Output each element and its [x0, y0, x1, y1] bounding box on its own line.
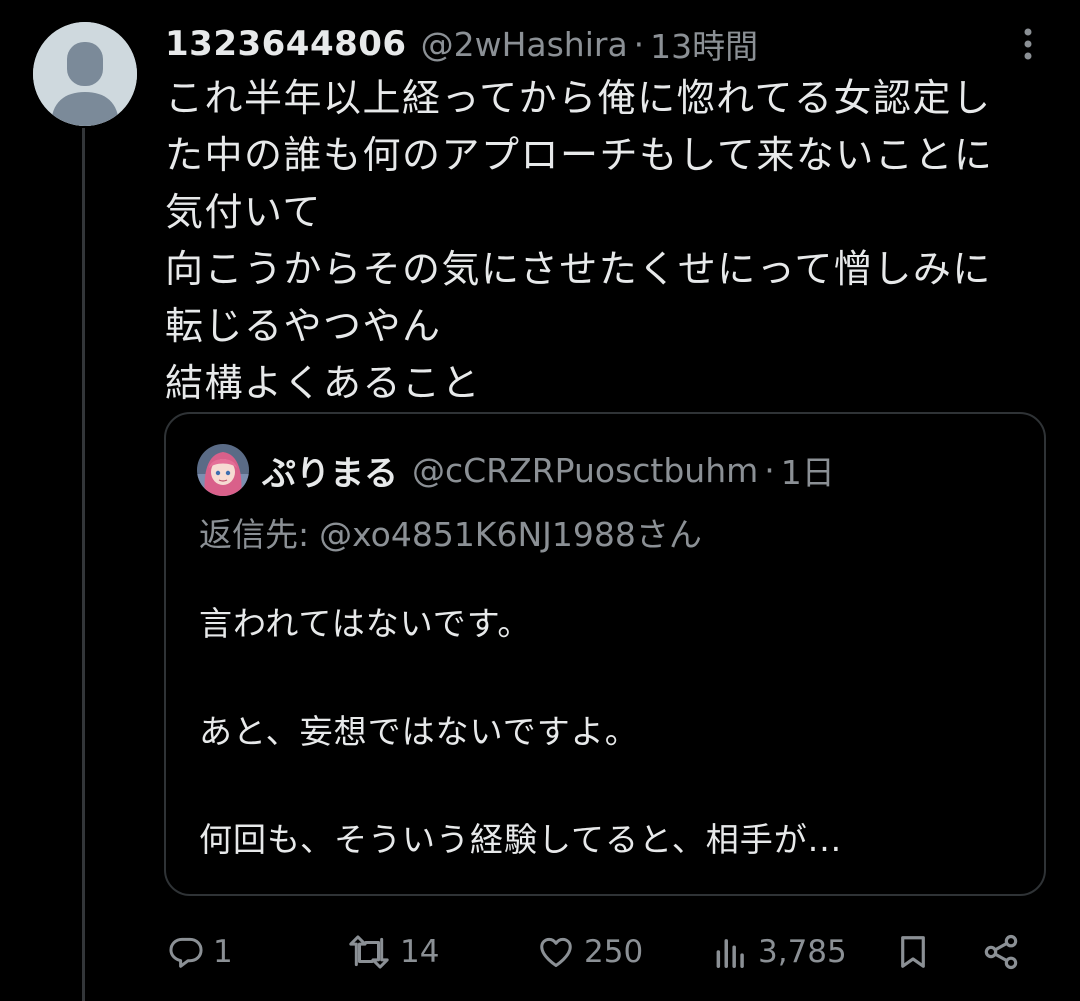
share-icon [984, 934, 1018, 970]
like-count: 250 [584, 934, 644, 970]
author-display-name[interactable]: 1323644806 [165, 24, 407, 64]
reply-to-line: 返信先: @xo4851K6NJ1988さん [199, 508, 702, 556]
repost-icon [349, 935, 389, 969]
default-avatar-icon [33, 22, 137, 126]
reply-to-label: 返信先: [199, 515, 310, 554]
quoted-paragraph: あと、妄想ではないですよ。 [199, 712, 639, 751]
more-options-button[interactable] [1010, 22, 1046, 66]
author-avatar[interactable] [33, 22, 137, 126]
repost-count: 14 [400, 934, 440, 970]
views-icon [716, 939, 744, 968]
tweet-timestamp[interactable]: 13時間 [650, 20, 758, 68]
quoted-header-separator: · [764, 450, 775, 490]
bookmark-icon [901, 936, 925, 968]
quoted-tweet-timestamp[interactable]: 1日 [781, 446, 835, 494]
quoted-author-avatar[interactable] [197, 444, 249, 496]
view-count: 3,785 [758, 934, 847, 970]
like-button[interactable]: 250 [536, 925, 643, 979]
quoted-tweet-text: 言われてはないです。 あと、妄想ではないですよ。 何回も、そういう経験してると、… [199, 597, 1029, 921]
repost-button[interactable]: 14 [346, 925, 439, 979]
reply-to-mention[interactable]: @xo4851K6NJ1988さん [319, 515, 702, 554]
quoted-paragraph: 何回も、そういう経験してると、相手が... [199, 820, 843, 859]
quoted-author-display-name[interactable]: ぷりまる [262, 446, 398, 495]
author-handle[interactable]: @2wHashira [421, 25, 628, 64]
quoted-author-handle[interactable]: @cCRZRPuosctbuhm [412, 451, 758, 490]
tweet-header: 1323644806 @2wHashira · 13時間 [165, 20, 758, 68]
tweet-action-bar: 1 14 250 3,785 [0, 925, 1080, 979]
reply-button[interactable]: 1 [167, 925, 233, 979]
quoted-tweet-card[interactable]: ぷりまる @cCRZRPuosctbuhm · 1日 返信先: @xo4851K6… [164, 412, 1046, 896]
header-separator: · [633, 24, 645, 64]
anime-avatar-icon [197, 444, 249, 496]
more-options-icon [1024, 28, 1032, 60]
reply-count: 1 [213, 934, 233, 970]
bookmark-button[interactable] [894, 925, 932, 979]
tweet-text: これ半年以上経ってから俺に惚れてる女認定し た中の誰も何のアプローチもして来ない… [165, 76, 994, 405]
thread-connector-line [82, 128, 85, 1001]
views-button[interactable]: 3,785 [712, 925, 847, 979]
reply-icon [169, 937, 203, 968]
quoted-paragraph: 言われてはないです。 [199, 604, 532, 643]
quoted-tweet-header: ぷりまる @cCRZRPuosctbuhm · 1日 [262, 444, 835, 496]
share-button[interactable] [980, 925, 1022, 979]
heart-icon [540, 937, 572, 967]
